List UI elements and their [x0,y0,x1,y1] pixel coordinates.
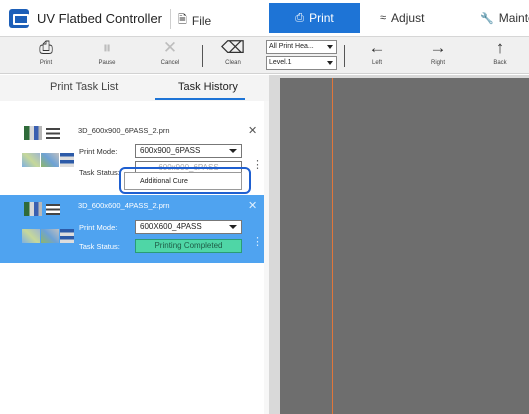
image-thumbnail-icon [60,229,74,243]
image-thumbnail-icon [22,229,40,243]
clean-button[interactable]: ⌫ Clean [211,38,255,72]
task-thumbnail-icon [24,202,42,216]
document-icon [46,204,60,215]
head-select-value: All Print Hea... [269,43,314,50]
tab-task-history[interactable]: Task History [178,81,238,93]
menu-maintenance[interactable]: 🔧 Mainte [480,11,529,25]
chevron-down-icon [327,61,333,65]
task-thumbnail-icon [24,126,42,140]
more-options-icon[interactable]: ⋮ [252,160,263,171]
cancel-button[interactable]: ✕ Cancel [148,38,192,72]
cancel-icon: ✕ [162,38,178,57]
menu-adjust-label: Adjust [391,11,425,25]
highlight-outline [119,167,251,194]
clean-button-label: Clean [225,60,241,66]
head-select[interactable]: All Print Hea... [266,40,337,54]
print-button[interactable]: ⎙ Print [24,38,68,72]
print-preview-area [269,75,529,414]
print-mode-label: Print Mode: [79,147,118,156]
image-thumbnail-icon [22,153,40,167]
task-name: 3D_600x900_6PASS_2.prn [78,126,170,135]
print-icon: ⎙ [295,11,305,24]
more-options-icon[interactable]: ⋮ [252,237,263,248]
menu-file[interactable]: 🗎 File [178,11,211,30]
menu-print-label: Print [309,11,334,25]
chevron-down-icon [327,45,333,49]
menu-adjust[interactable]: ≈ Adjust [380,11,424,25]
image-thumbnail-icon [41,153,59,167]
app-title: UV Flatbed Controller [37,11,162,26]
print-mode-select[interactable]: 600x900_6PASS [135,144,242,158]
menu-maintenance-label: Mainte [498,11,529,25]
pause-button[interactable]: ⏸ Pause [85,38,129,72]
menu-print[interactable]: ⎙ Print [269,3,360,33]
task-tabs: Print Task List Task History [0,75,269,101]
pause-icon: ⏸ [102,38,112,57]
arrow-up-icon: ↑ [495,38,505,57]
right-button-label: Right [430,60,445,66]
print-mode-select[interactable]: 600X600_4PASS [135,220,242,234]
file-icon: 🗎 [178,14,187,26]
left-button[interactable]: ← Left [355,38,399,72]
image-thumbnail-icon [60,153,74,167]
print-button-label: Print [39,60,53,66]
print-mode-value: 600x900_6PASS [140,146,201,155]
level-select-value: Level.1 [269,59,292,66]
print-mode-label: Print Mode: [79,223,118,232]
menu-bar: UV Flatbed Controller 🗎 File ⎙ Print ≈ A… [0,0,529,37]
document-icon [46,128,60,139]
tab-print-task-list[interactable]: Print Task List [50,81,118,93]
right-button[interactable]: → Right [416,38,460,72]
chevron-down-icon [229,149,237,153]
active-tab-indicator [155,98,245,100]
task-item-selected[interactable]: 3D_600x600_4PASS_2.prn ✕ Print Mode: 600… [0,195,264,263]
task-status-label: Task Status: [79,242,120,251]
task-panel: Print Task List Task History 3D_600x900_… [0,75,269,414]
pause-button-label: Pause [98,60,116,66]
eraser-icon: ⌫ [220,38,246,57]
toolbar-divider [344,45,345,67]
toolbar-divider [202,45,203,67]
origin-line [332,78,333,414]
toolbar: ⎙ Print ⏸ Pause ✕ Cancel ⌫ Clean All Pri… [0,37,529,74]
menu-file-label: File [191,13,212,28]
task-name: 3D_600x600_4PASS_2.prn [78,201,170,210]
cancel-button-label: Cancel [160,60,180,66]
back-button[interactable]: ↑ Back [478,38,522,72]
arrow-left-icon: ← [368,38,386,57]
left-button-label: Left [371,60,382,66]
adjust-icon: ≈ [380,12,387,24]
task-status-label: Task Status: [79,168,120,177]
wrench-icon: 🔧 [480,12,494,25]
image-thumbnail-icon [41,229,59,243]
print-mode-value: 600X600_4PASS [140,222,202,231]
menu-divider [170,9,171,29]
arrow-right-icon: → [429,38,447,57]
app-logo-icon [9,9,29,28]
close-icon[interactable]: ✕ [248,124,257,137]
close-icon[interactable]: ✕ [248,199,257,212]
task-status-value: Printing Completed [135,239,242,253]
back-button-label: Back [493,60,507,66]
printer-icon: ⎙ [39,38,53,57]
print-bed[interactable] [280,78,529,414]
chevron-down-icon [229,225,237,229]
level-select[interactable]: Level.1 [266,56,337,70]
